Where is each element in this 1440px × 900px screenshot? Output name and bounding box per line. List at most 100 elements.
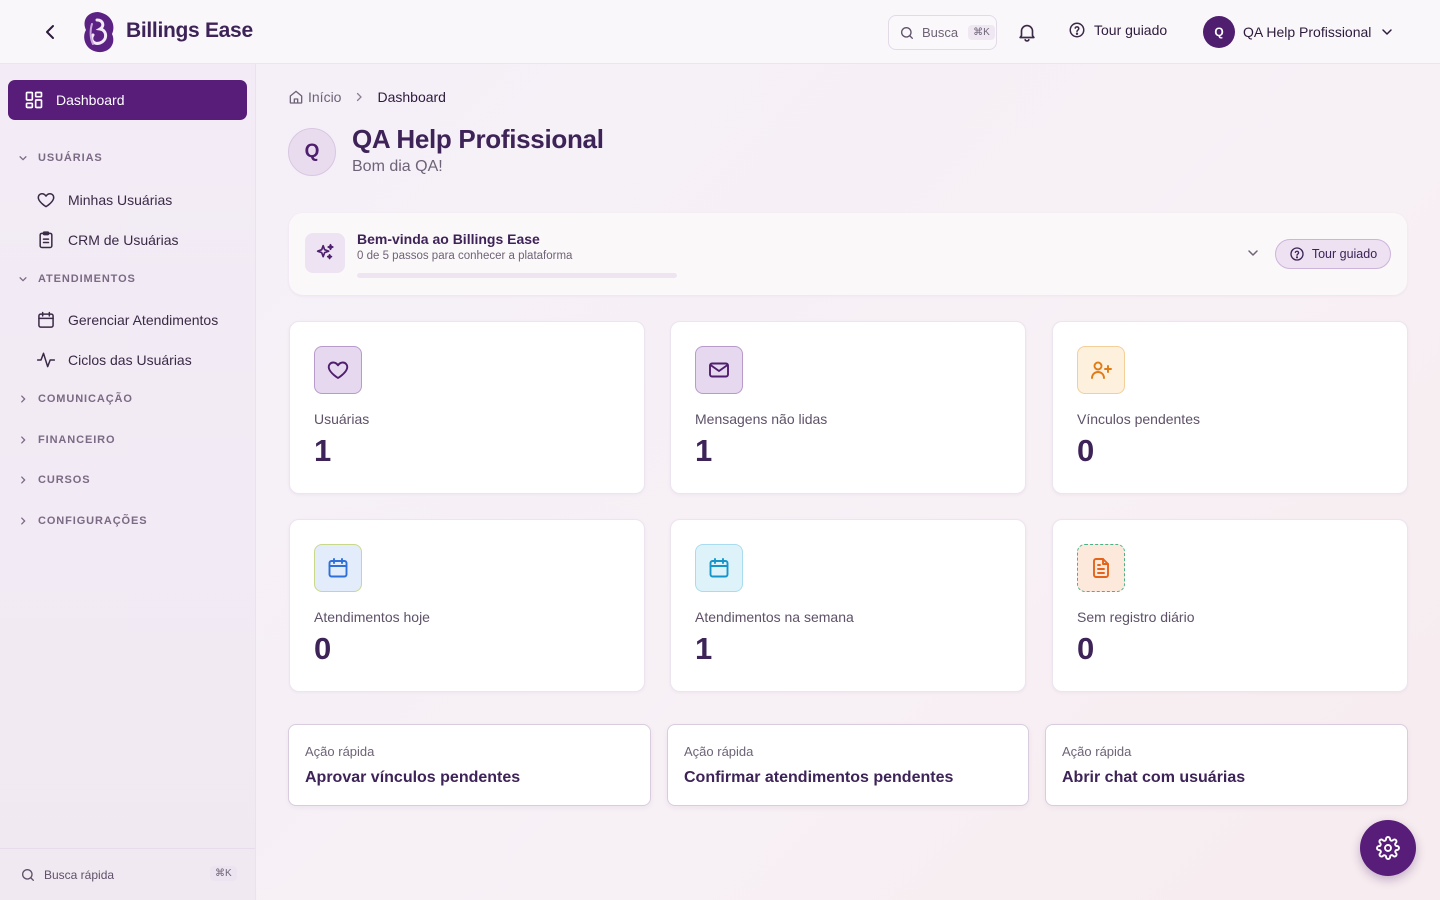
quick-action-title: Confirmar atendimentos pendentes: [684, 769, 954, 786]
sidebar-item-label: CRM de Usuárias: [68, 232, 179, 248]
onboarding-tour-label: Tour guiado: [1311, 247, 1378, 261]
section-label: FINANCEIRO: [38, 434, 116, 446]
stat-value: 1: [695, 631, 713, 666]
back-arrow-icon[interactable]: [38, 20, 62, 44]
tour-button[interactable]: Tour guiado: [1068, 21, 1167, 39]
page-title: QA Help Profissional: [352, 124, 604, 154]
onboarding-progress-bar: [357, 273, 677, 278]
dashboard-grid-icon: [25, 91, 43, 109]
notifications-bell-icon[interactable]: [1016, 21, 1038, 43]
sidebar-item-gerenciar-atendimentos[interactable]: Gerenciar Atendimentos: [36, 310, 218, 330]
stat-card-atendimentos-semana[interactable]: Atendimentos na semana 1: [670, 519, 1026, 692]
brand-name: Billings Ease: [126, 19, 253, 42]
activity-icon: [36, 352, 56, 368]
stat-value: 0: [1077, 631, 1095, 666]
sidebar-item-dashboard[interactable]: Dashboard: [8, 80, 247, 120]
onboarding-title: Bem-vinda ao Billings Ease: [357, 231, 540, 247]
sparkles-icon: [305, 233, 345, 273]
search-shortcut: ⌘K: [968, 25, 995, 40]
user-menu[interactable]: Q QA Help Profissional: [1203, 16, 1395, 48]
home-icon: [289, 90, 303, 104]
section-label: CURSOS: [38, 474, 91, 486]
clipboard-icon: [39, 231, 53, 249]
chevron-right-icon: [21, 436, 26, 444]
section-usuarias[interactable]: USUÁRIAS: [18, 152, 103, 164]
mail-icon: [695, 346, 743, 394]
calendar-icon: [314, 544, 362, 592]
stat-card-vinculos[interactable]: Vínculos pendentes 0: [1052, 321, 1408, 494]
brand-logo-icon[interactable]: [80, 10, 117, 54]
chevron-right-icon: [21, 476, 26, 484]
greeting-text: Bom dia QA!: [352, 158, 443, 175]
stat-value: 1: [314, 433, 332, 468]
sidebar-item-crm-usuarias[interactable]: CRM de Usuárias: [36, 230, 178, 250]
expand-onboarding-button[interactable]: [1245, 245, 1261, 261]
search-icon: [22, 868, 34, 881]
breadcrumb: Início Dashboard: [288, 89, 446, 105]
stat-card-atendimentos-hoje[interactable]: Atendimentos hoje 0: [289, 519, 645, 692]
chevron-down-icon: [1382, 29, 1393, 35]
onboarding-tour-button[interactable]: Tour guiado: [1275, 239, 1391, 269]
breadcrumb-current: Dashboard: [377, 89, 446, 105]
search-input[interactable]: Busca ⌘K: [888, 15, 997, 50]
sidebar-item-minhas-usuarias[interactable]: Minhas Usuárias: [36, 190, 172, 210]
chevron-right-icon: [21, 395, 26, 403]
chevron-right-icon: [21, 517, 26, 525]
quick-action-abrir-chat[interactable]: Ação rápida Abrir chat com usuárias: [1045, 724, 1408, 806]
sidebar-item-label: Dashboard: [56, 92, 125, 108]
search-label: Busca: [922, 25, 959, 40]
stat-label: Mensagens não lidas: [695, 411, 828, 427]
quick-action-label: Ação rápida: [684, 744, 754, 759]
chevron-down-icon: [1248, 250, 1258, 256]
help-circle-icon: [1069, 22, 1085, 38]
calendar-icon: [38, 311, 54, 328]
help-circle-icon: [1290, 247, 1304, 261]
breadcrumb-home-label: Início: [308, 89, 342, 105]
avatar: Q: [1203, 16, 1235, 48]
user-plus-icon: [1077, 346, 1125, 394]
sidebar-item-ciclos-usuarias[interactable]: Ciclos das Usuárias: [36, 350, 192, 370]
stat-value: 0: [314, 631, 332, 666]
sidebar-item-label: Minhas Usuárias: [68, 192, 173, 208]
breadcrumb-home[interactable]: Início: [288, 89, 341, 105]
section-comunicacao[interactable]: COMUNICAÇÃO: [18, 393, 133, 405]
section-cursos[interactable]: CURSOS: [18, 474, 90, 486]
quick-search-button[interactable]: Busca rápida ⌘K: [0, 848, 255, 900]
settings-fab-button[interactable]: [1360, 820, 1416, 876]
section-label: ATENDIMENTOS: [38, 273, 136, 285]
stat-label: Sem registro diário: [1077, 609, 1195, 625]
user-name: QA Help Profissional: [1243, 24, 1372, 40]
stat-card-sem-registro[interactable]: Sem registro diário 0: [1052, 519, 1408, 692]
section-label: COMUNICAÇÃO: [38, 393, 133, 405]
stat-label: Atendimentos hoje: [314, 609, 430, 625]
section-label: USUÁRIAS: [38, 152, 103, 164]
section-financeiro[interactable]: FINANCEIRO: [18, 434, 115, 446]
chevron-down-icon: [19, 156, 27, 161]
stat-label: Usuárias: [314, 411, 370, 427]
gear-icon: [1376, 836, 1400, 860]
chevron-down-icon: [19, 277, 27, 282]
quick-action-title: Abrir chat com usuárias: [1062, 769, 1246, 786]
stat-card-mensagens[interactable]: Mensagens não lidas 1: [670, 321, 1026, 494]
heart-icon: [314, 346, 362, 394]
document-icon: [1077, 544, 1125, 592]
stat-label: Atendimentos na semana: [695, 609, 854, 625]
onboarding-subtitle: 0 de 5 passos para conhecer a plataforma: [357, 250, 573, 262]
top-bar: Billings Ease Busca ⌘K Tour guiado Q QA …: [0, 0, 1440, 64]
quick-action-label: Ação rápida: [1062, 744, 1132, 759]
section-configuracoes[interactable]: CONFIGURAÇÕES: [18, 515, 147, 527]
sidebar-item-label: Gerenciar Atendimentos: [68, 312, 219, 328]
heart-icon: [37, 193, 55, 208]
calendar-icon: [695, 544, 743, 592]
sidebar: Dashboard USUÁRIAS Minhas Usuárias CRM d…: [0, 64, 256, 900]
chevron-right-icon: [357, 92, 363, 102]
quick-action-aprovar-vinculos[interactable]: Ação rápida Aprovar vínculos pendentes: [288, 724, 651, 806]
onboarding-card: Bem-vinda ao Billings Ease 0 de 5 passos…: [289, 213, 1407, 295]
quick-action-confirmar-atendimentos[interactable]: Ação rápida Confirmar atendimentos pende…: [667, 724, 1029, 806]
quick-search-label: Busca rápida: [44, 867, 115, 882]
stat-card-usuarias[interactable]: Usuárias 1: [289, 321, 645, 494]
stat-value: 0: [1077, 433, 1095, 468]
section-atendimentos[interactable]: ATENDIMENTOS: [18, 273, 136, 285]
profile-avatar: Q: [288, 128, 336, 176]
tour-button-label: Tour guiado: [1094, 22, 1168, 38]
